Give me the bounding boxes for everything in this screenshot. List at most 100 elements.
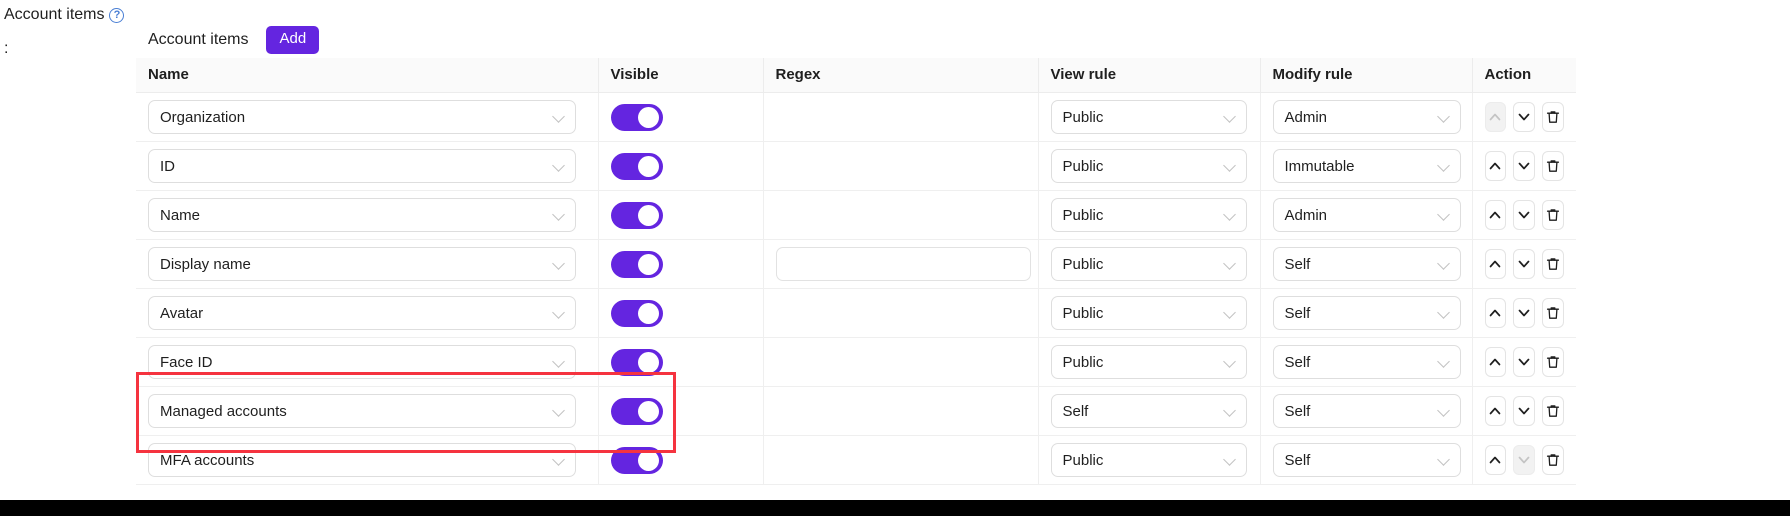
view-rule-select[interactable]: Public bbox=[1050, 296, 1247, 330]
view-rule-value: Public bbox=[1062, 304, 1104, 322]
chevron-down-icon bbox=[1225, 454, 1236, 465]
table-row: Display name Public Self bbox=[136, 239, 1576, 289]
delete-button[interactable] bbox=[1542, 347, 1564, 377]
cell-action bbox=[1472, 190, 1576, 240]
delete-button[interactable] bbox=[1542, 200, 1564, 230]
action-button-group bbox=[1484, 347, 1565, 377]
delete-button[interactable] bbox=[1542, 151, 1564, 181]
chevron-down-icon bbox=[1439, 258, 1450, 269]
column-header-view-rule: View rule bbox=[1038, 58, 1261, 93]
modify-rule-value: Immutable bbox=[1284, 157, 1355, 175]
column-header-modify-rule: Modify rule bbox=[1260, 58, 1473, 93]
visible-toggle[interactable] bbox=[610, 299, 663, 327]
move-up-button[interactable] bbox=[1484, 151, 1507, 181]
move-up-button[interactable] bbox=[1484, 200, 1507, 230]
view-rule-select[interactable]: Public bbox=[1050, 345, 1247, 379]
view-rule-select[interactable]: Public bbox=[1050, 149, 1247, 183]
modify-rule-select[interactable]: Self bbox=[1272, 345, 1461, 379]
visible-toggle[interactable] bbox=[610, 446, 663, 474]
add-button[interactable]: Add bbox=[266, 26, 320, 54]
modify-rule-select[interactable]: Self bbox=[1272, 394, 1461, 428]
cell-action bbox=[1472, 386, 1576, 436]
action-button-group bbox=[1484, 102, 1565, 132]
move-down-button[interactable] bbox=[1513, 249, 1536, 279]
table-row: Avatar Public Self bbox=[136, 288, 1576, 338]
view-rule-value: Self bbox=[1062, 402, 1089, 420]
move-down-button[interactable] bbox=[1513, 102, 1536, 132]
modify-rule-select[interactable]: Self bbox=[1272, 247, 1461, 281]
modify-rule-value: Self bbox=[1284, 255, 1311, 273]
modify-rule-select[interactable]: Admin bbox=[1272, 198, 1461, 232]
account-items-panel: Account items Add Name Visible Regex Vie… bbox=[136, 22, 1576, 485]
account-items-table: Name Visible Regex View rule Modify rule… bbox=[136, 58, 1576, 485]
name-select[interactable]: ID bbox=[148, 149, 576, 183]
move-up-button[interactable] bbox=[1484, 445, 1507, 475]
form-field-colon: : bbox=[4, 40, 9, 57]
view-rule-select[interactable]: Self bbox=[1050, 394, 1247, 428]
cell-modify-rule: Admin bbox=[1260, 190, 1473, 240]
cell-regex bbox=[763, 288, 1039, 338]
name-select-value: Organization bbox=[160, 108, 246, 126]
move-up-button[interactable] bbox=[1484, 298, 1507, 328]
view-rule-select[interactable]: Public bbox=[1050, 443, 1247, 477]
cell-action bbox=[1472, 239, 1576, 289]
cell-view-rule: Public bbox=[1038, 239, 1261, 289]
visible-toggle[interactable] bbox=[610, 103, 663, 131]
cell-modify-rule: Self bbox=[1260, 435, 1473, 485]
delete-button[interactable] bbox=[1542, 396, 1564, 426]
name-select[interactable]: Name bbox=[148, 198, 576, 232]
cell-name: Display name bbox=[136, 239, 599, 289]
cell-regex bbox=[763, 92, 1039, 142]
delete-button[interactable] bbox=[1542, 445, 1564, 475]
delete-button[interactable] bbox=[1542, 298, 1564, 328]
toggle-knob bbox=[637, 204, 659, 226]
name-select[interactable]: Display name bbox=[148, 247, 576, 281]
chevron-down-icon bbox=[1439, 160, 1450, 171]
view-rule-select[interactable]: Public bbox=[1050, 100, 1247, 134]
name-select-value: Name bbox=[160, 206, 201, 224]
move-up-button[interactable] bbox=[1484, 249, 1507, 279]
visible-toggle[interactable] bbox=[610, 397, 663, 425]
modify-rule-select[interactable]: Admin bbox=[1272, 100, 1461, 134]
view-rule-select[interactable]: Public bbox=[1050, 198, 1247, 232]
toggle-knob bbox=[637, 449, 659, 471]
question-circle-icon[interactable]: ? bbox=[109, 7, 125, 23]
chevron-down-icon bbox=[554, 405, 565, 416]
action-button-group bbox=[1484, 249, 1565, 279]
move-down-button[interactable] bbox=[1513, 200, 1536, 230]
cell-action bbox=[1472, 141, 1576, 191]
name-select[interactable]: Managed accounts bbox=[148, 394, 576, 428]
move-down-button[interactable] bbox=[1513, 298, 1536, 328]
regex-input[interactable] bbox=[775, 247, 1031, 281]
visible-toggle[interactable] bbox=[610, 152, 663, 180]
visible-toggle[interactable] bbox=[610, 201, 663, 229]
move-up-button bbox=[1484, 102, 1507, 132]
delete-button[interactable] bbox=[1542, 102, 1564, 132]
name-select[interactable]: Face ID bbox=[148, 345, 576, 379]
visible-toggle[interactable] bbox=[610, 250, 663, 278]
view-rule-select[interactable]: Public bbox=[1050, 247, 1247, 281]
chevron-down-icon bbox=[1439, 405, 1450, 416]
cell-view-rule: Self bbox=[1038, 386, 1261, 436]
move-up-button[interactable] bbox=[1484, 396, 1507, 426]
cell-view-rule: Public bbox=[1038, 337, 1261, 387]
name-select[interactable]: Organization bbox=[148, 100, 576, 134]
modify-rule-select[interactable]: Self bbox=[1272, 296, 1461, 330]
modify-rule-select[interactable]: Self bbox=[1272, 443, 1461, 477]
cell-modify-rule: Admin bbox=[1260, 92, 1473, 142]
name-select[interactable]: MFA accounts bbox=[148, 443, 576, 477]
name-select-value: Avatar bbox=[160, 304, 204, 322]
move-up-button[interactable] bbox=[1484, 347, 1507, 377]
chevron-down-icon bbox=[1439, 454, 1450, 465]
cell-visible bbox=[598, 92, 764, 142]
name-select[interactable]: Avatar bbox=[148, 296, 576, 330]
visible-toggle[interactable] bbox=[610, 348, 663, 376]
toggle-knob bbox=[637, 155, 659, 177]
move-down-button[interactable] bbox=[1513, 347, 1536, 377]
move-down-button[interactable] bbox=[1513, 396, 1536, 426]
form-field-label: Account items ? : bbox=[4, 4, 134, 60]
view-rule-value: Public bbox=[1062, 451, 1104, 469]
delete-button[interactable] bbox=[1542, 249, 1564, 279]
move-down-button[interactable] bbox=[1513, 151, 1536, 181]
modify-rule-select[interactable]: Immutable bbox=[1272, 149, 1461, 183]
